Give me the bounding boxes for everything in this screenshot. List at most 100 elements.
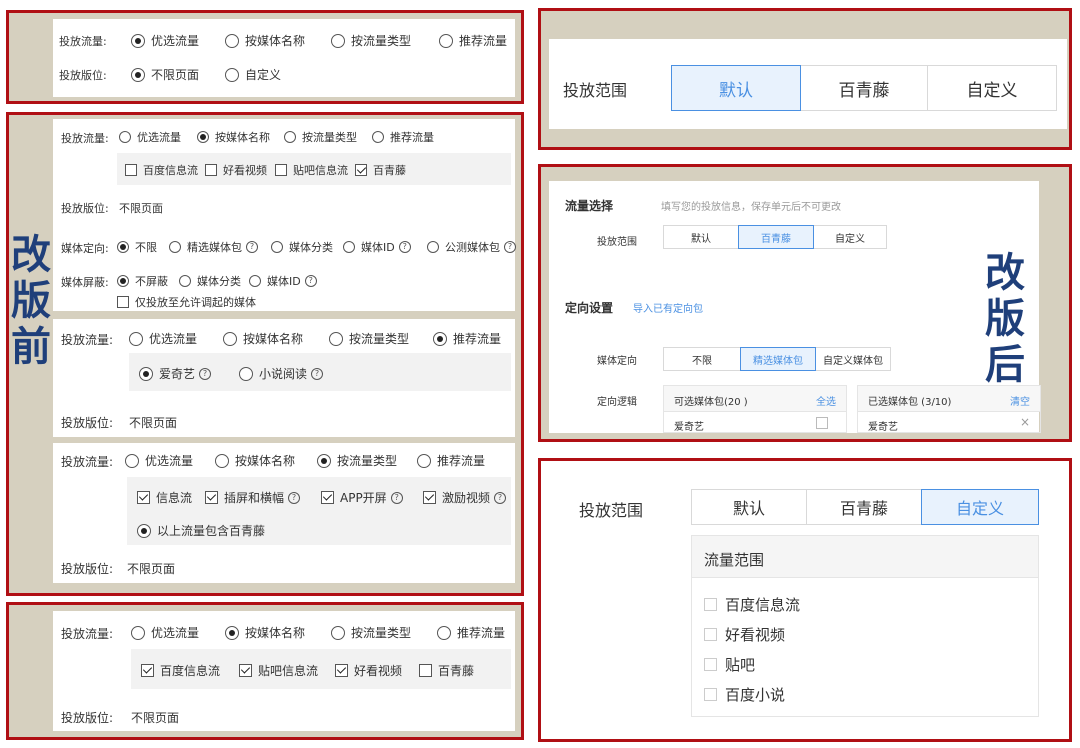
scope-option-custom[interactable]: 自定义	[921, 489, 1039, 525]
radio-icon	[131, 625, 145, 640]
range-item-haokan[interactable]: 好看视频	[704, 624, 785, 645]
media-targeting-curated[interactable]: 精选媒体包	[740, 347, 816, 371]
traffic-option-recommended[interactable]: 推荐流量	[372, 129, 434, 145]
remove-icon[interactable]: ×	[1020, 415, 1030, 429]
help-icon[interactable]: ?	[494, 491, 507, 504]
traffic-option-traffic-type[interactable]: 按流量类型	[331, 624, 411, 641]
scope-option-bqt[interactable]: 百青藤	[800, 65, 928, 111]
range-item-tieba[interactable]: 贴吧	[704, 654, 755, 675]
range-item-baidu-novel[interactable]: 百度小说	[704, 684, 785, 705]
select-all-link[interactable]: 全选	[816, 393, 836, 408]
traffic-option-optimal[interactable]: 优选流量	[125, 452, 193, 469]
sub-option-iqiyi[interactable]: 爱奇艺?	[139, 365, 212, 382]
targeting-option-unlimited[interactable]: 不限	[117, 239, 157, 255]
traffic-option-traffic-type[interactable]: 按流量类型	[317, 452, 397, 469]
traffic-option-recommended[interactable]: 推荐流量	[433, 330, 501, 347]
import-link[interactable]: 导入已有定向包	[633, 300, 703, 315]
traffic-option-traffic-type[interactable]: 按流量类型	[284, 129, 357, 145]
radio-icon	[433, 331, 447, 346]
media-targeting-custom[interactable]: 自定义媒体包	[815, 347, 891, 371]
targeting-option-beta-pack[interactable]: 公测媒体包?	[427, 239, 516, 255]
traffic-option-traffic-type[interactable]: 按流量类型	[329, 330, 409, 347]
slot-value: 不限页面	[131, 711, 180, 725]
checkbox-icon	[355, 164, 367, 176]
traffic-option-media-name[interactable]: 按媒体名称	[215, 452, 295, 469]
help-icon[interactable]: ?	[398, 241, 411, 253]
scope-option-bqt[interactable]: 百青藤	[738, 225, 814, 249]
traffic-option-optimal[interactable]: 优选流量	[131, 624, 199, 641]
media-targeting-unlimited[interactable]: 不限	[663, 347, 741, 371]
traffic-option-optimal[interactable]: 优选流量	[131, 32, 199, 49]
help-icon[interactable]: ?	[504, 241, 516, 253]
targeting-option-media-id[interactable]: 媒体ID?	[343, 239, 411, 255]
media-check-baidu-feed[interactable]: 百度信息流	[125, 162, 198, 178]
slot-label: 投放版位:	[61, 416, 114, 430]
traffic-option-media-name[interactable]: 按媒体名称	[223, 330, 303, 347]
checkbox-icon	[205, 164, 217, 176]
checkbox-icon	[137, 491, 150, 504]
radio-icon	[331, 625, 345, 640]
targeting-option-category[interactable]: 媒体分类	[271, 239, 333, 255]
radio-icon	[131, 33, 145, 48]
block-option-none[interactable]: 不屏蔽	[117, 273, 168, 289]
type-check-reward-video[interactable]: 激励视频?	[423, 489, 507, 506]
available-item: 爱奇艺	[674, 422, 704, 433]
slot-label: 投放版位:	[61, 711, 114, 725]
help-icon[interactable]: ?	[246, 241, 258, 253]
panel-before-detailed: 改 版 前 投放流量: 优选流量 按媒体名称 按流量类型 推荐流量 百度信息流 …	[6, 112, 524, 596]
traffic-select-hint: 填写您的投放信息，保存单元后不可更改	[661, 202, 841, 213]
targeting-option-curated-pack[interactable]: 精选媒体包?	[169, 239, 258, 255]
panel-c-card: 投放流量: 优选流量 按媒体名称 按流量类型 推荐流量 爱奇艺? 小说阅读? 投…	[53, 319, 515, 437]
help-icon[interactable]: ?	[390, 491, 403, 504]
type-check-banner[interactable]: 插屏和横幅?	[205, 489, 301, 506]
media-check-tieba-feed[interactable]: 贴吧信息流	[239, 662, 318, 679]
only-allowed-check[interactable]: 仅投放至允许调起的媒体	[117, 294, 256, 310]
slot-option-custom[interactable]: 自定义	[225, 66, 281, 83]
scope-option-custom[interactable]: 自定义	[927, 65, 1057, 111]
scope-option-custom[interactable]: 自定义	[813, 225, 887, 249]
range-item-baidu-feed[interactable]: 百度信息流	[704, 594, 800, 615]
slot-option-unlimited[interactable]: 不限页面	[131, 66, 199, 83]
before-char-2: 版	[11, 278, 51, 324]
media-check-tieba-feed[interactable]: 贴吧信息流	[275, 162, 348, 178]
traffic-option-recommended[interactable]: 推荐流量	[437, 624, 505, 641]
type-check-splash[interactable]: APP开屏?	[321, 489, 403, 506]
media-check-baidu-feed[interactable]: 百度信息流	[141, 662, 220, 679]
help-icon[interactable]: ?	[199, 367, 212, 380]
traffic-option-recommended[interactable]: 推荐流量	[417, 452, 485, 469]
checkbox-icon	[275, 164, 287, 176]
available-item-checkbox[interactable]	[816, 417, 828, 429]
block-label: 媒体屏蔽:	[61, 276, 109, 289]
traffic-option-optimal[interactable]: 优选流量	[129, 330, 197, 347]
traffic-option-recommended[interactable]: 推荐流量	[439, 32, 507, 49]
scope-option-bqt[interactable]: 百青藤	[806, 489, 922, 525]
traffic-option-media-name[interactable]: 按媒体名称	[225, 32, 305, 49]
scope-option-default[interactable]: 默认	[663, 225, 739, 249]
scope-option-default[interactable]: 默认	[671, 65, 801, 111]
clear-link[interactable]: 清空	[1010, 393, 1030, 408]
media-check-haokan[interactable]: 好看视频	[335, 662, 402, 679]
scope-option-default[interactable]: 默认	[691, 489, 807, 525]
checkbox-icon	[704, 598, 717, 611]
media-check-bqt[interactable]: 百青藤	[355, 162, 406, 178]
include-bqt-option[interactable]: 以上流量包含百青藤	[137, 522, 265, 539]
traffic-option-media-name[interactable]: 按媒体名称	[225, 624, 305, 641]
media-check-haokan[interactable]: 好看视频	[205, 162, 267, 178]
block-option-media-id[interactable]: 媒体ID?	[249, 273, 317, 289]
radio-icon	[169, 241, 181, 253]
logic-label: 定向逻辑	[597, 397, 637, 408]
media-check-bqt[interactable]: 百青藤	[419, 662, 474, 679]
traffic-option-traffic-type[interactable]: 按流量类型	[331, 32, 411, 49]
sub-option-novel[interactable]: 小说阅读?	[239, 365, 324, 382]
help-icon[interactable]: ?	[304, 275, 317, 287]
checkbox-icon	[321, 491, 334, 504]
radio-icon	[125, 453, 139, 468]
traffic-option-media-name[interactable]: 按媒体名称	[197, 129, 270, 145]
radio-icon	[223, 331, 237, 346]
type-check-feed[interactable]: 信息流	[137, 489, 192, 506]
traffic-option-optimal[interactable]: 优选流量	[119, 129, 181, 145]
help-icon[interactable]: ?	[311, 367, 324, 380]
slot-label: 投放版位:	[59, 69, 107, 82]
help-icon[interactable]: ?	[288, 491, 301, 504]
block-option-category[interactable]: 媒体分类	[179, 273, 241, 289]
